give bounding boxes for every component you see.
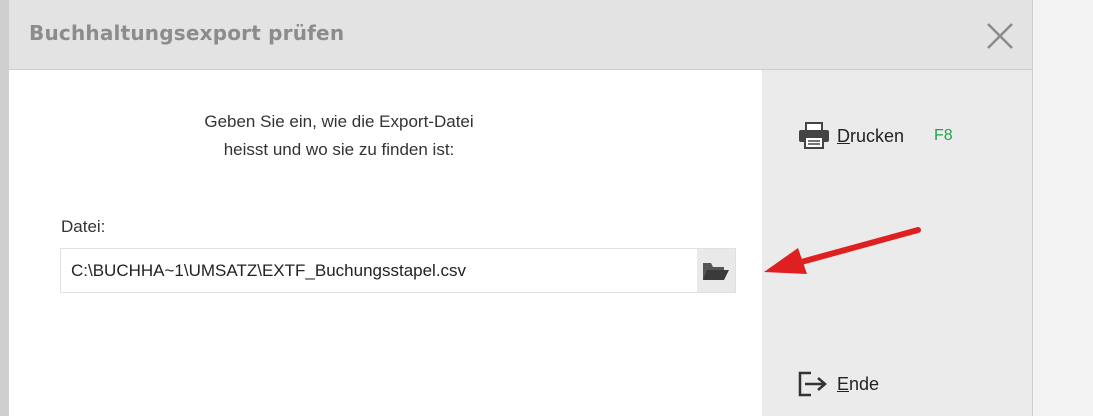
dialog-titlebar: Buchhaltungsexport prüfen	[9, 0, 1032, 70]
end-button[interactable]: Ende	[797, 370, 879, 398]
print-shortcut-key: F8	[934, 127, 953, 144]
red-arrow-icon	[764, 227, 921, 274]
end-label: Ende	[837, 374, 879, 395]
file-path-field	[60, 248, 736, 293]
instruction-line-2: heisst und wo sie zu finden ist:	[223, 140, 455, 159]
printer-icon	[799, 122, 829, 149]
dialog-title: Buchhaltungsexport prüfen	[29, 21, 345, 45]
instruction-text: Geben Sie ein, wie die Export-Datei heis…	[139, 108, 539, 164]
print-label-rest: rucken	[850, 125, 905, 146]
browse-button[interactable]	[697, 249, 735, 292]
print-label: Drucken	[837, 126, 904, 147]
close-icon[interactable]	[984, 20, 1016, 52]
print-mnemonic: D	[837, 125, 850, 146]
end-mnemonic: E	[837, 373, 850, 394]
file-path-input[interactable]	[61, 249, 695, 292]
end-label-rest: nde	[849, 373, 880, 394]
dialog-main-panel: Geben Sie ein, wie die Export-Datei heis…	[9, 70, 762, 416]
folder-open-icon	[703, 263, 729, 280]
file-label: Datei:	[61, 217, 106, 236]
exit-icon	[798, 371, 827, 397]
export-check-dialog: Buchhaltungsexport prüfen Geben Sie ein,…	[0, 0, 1033, 416]
print-button[interactable]: Drucken F8	[797, 122, 953, 150]
instruction-line-1: Geben Sie ein, wie die Export-Datei	[204, 112, 474, 131]
